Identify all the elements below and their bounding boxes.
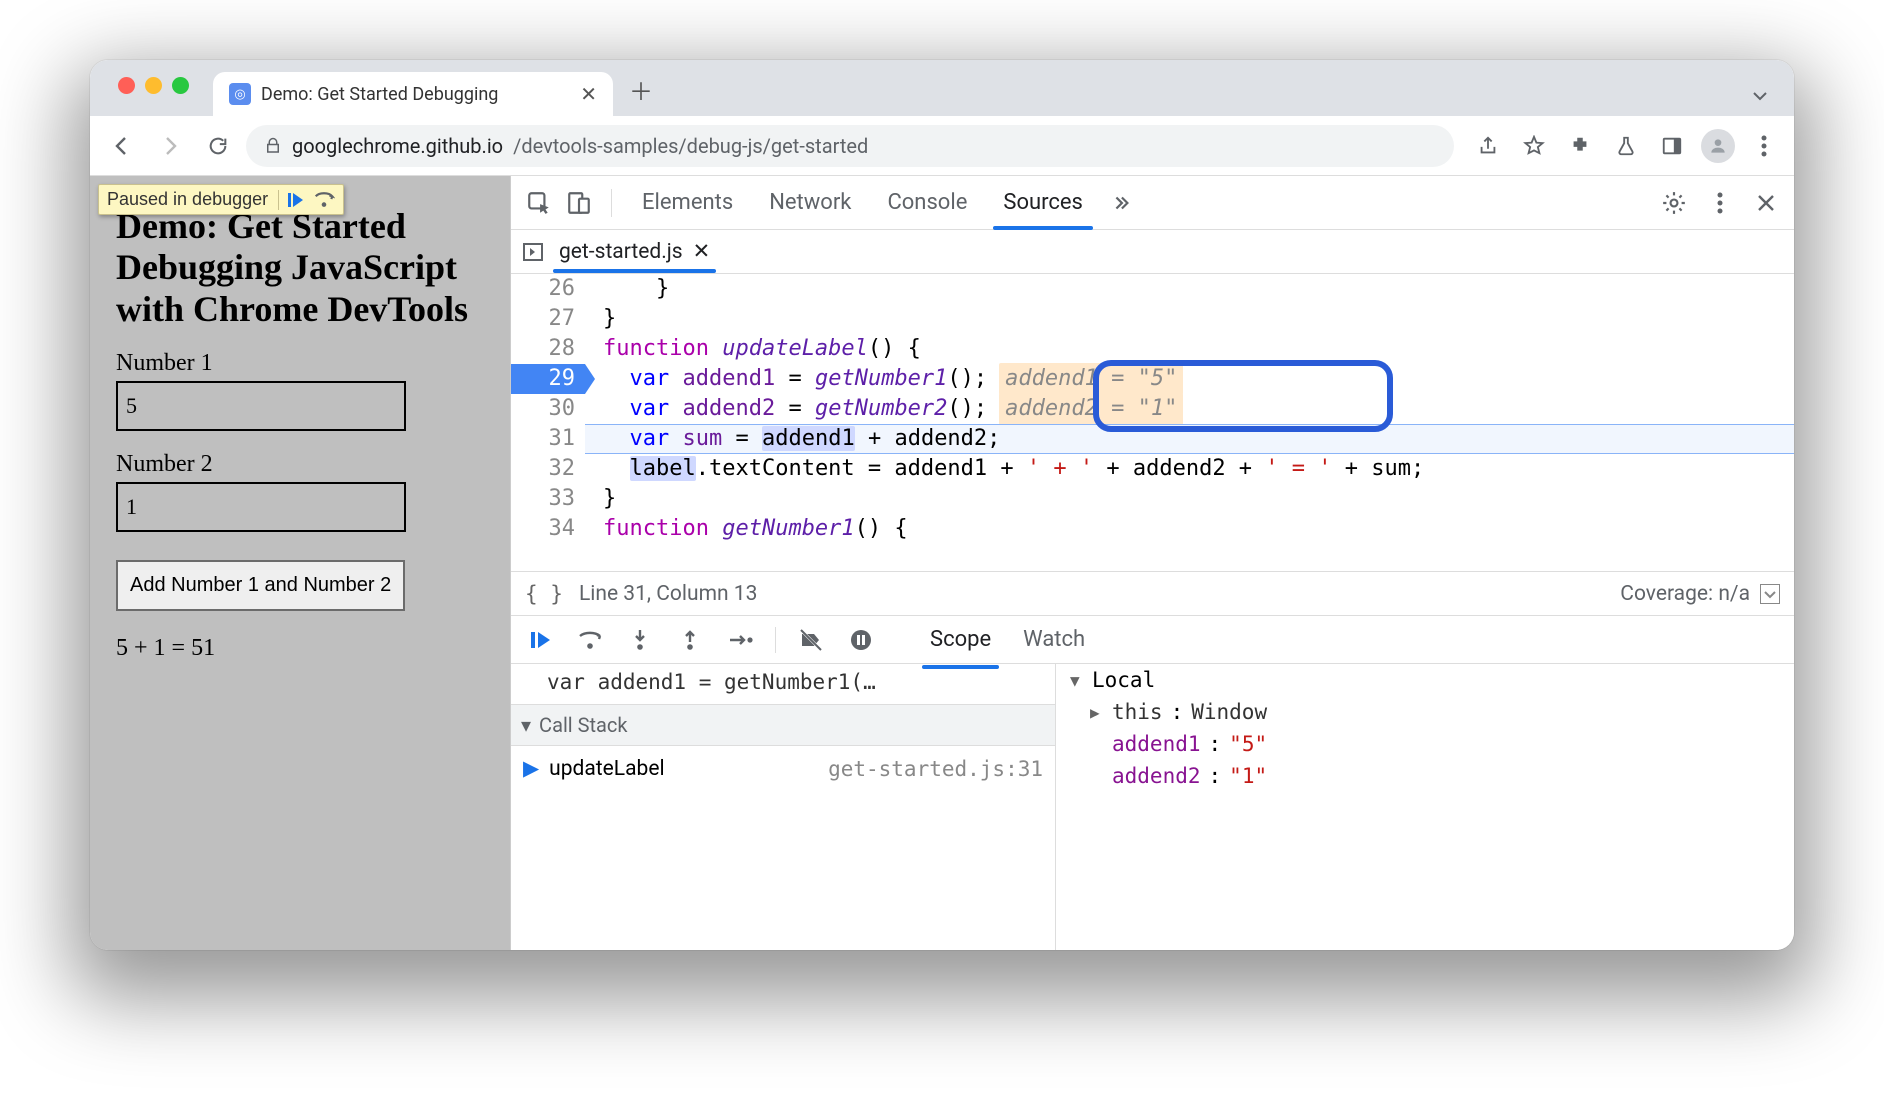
number1-label: Number 1 <box>116 350 484 377</box>
step-into-button[interactable] <box>625 625 655 655</box>
code-editor[interactable]: 26 } 27} 28function updateLabel() { 29 v… <box>511 274 1794 572</box>
close-file-icon[interactable]: ✕ <box>693 239 711 264</box>
breakpoint-gutter[interactable]: 29 <box>511 364 585 394</box>
tab-overflow-icon[interactable] <box>1750 86 1770 106</box>
page-content: Paused in debugger Demo: Get Started Deb… <box>90 176 510 950</box>
scope-local[interactable]: ▼Local <box>1056 664 1794 696</box>
window-controls <box>118 77 189 94</box>
device-icon[interactable] <box>561 185 597 221</box>
number1-input[interactable] <box>116 381 406 431</box>
gutter: 26 <box>511 274 585 304</box>
avatar-icon[interactable] <box>1700 128 1736 164</box>
reload-button[interactable] <box>198 126 238 166</box>
coverage-label: Coverage: n/a <box>1620 582 1750 606</box>
url-domain: googlechrome.github.io <box>292 134 503 158</box>
inline-value: addend2 = "1" <box>999 393 1183 425</box>
paused-overlay: Paused in debugger <box>98 184 344 215</box>
devtools-tabs: Elements Network Console Sources <box>511 176 1794 230</box>
tab-favicon-icon: ◎ <box>229 83 251 105</box>
add-button[interactable]: Add Number 1 and Number 2 <box>116 560 405 611</box>
step-over-button[interactable] <box>575 625 605 655</box>
breakpoint-snippet: var addend1 = getNumber1(… <box>511 664 1055 705</box>
scope-var-addend1[interactable]: addend1: "5" <box>1056 728 1794 760</box>
tab-network[interactable]: Network <box>753 176 867 229</box>
cursor-position: Line 31, Column 13 <box>579 582 757 606</box>
page-heading: Demo: Get Started Debugging JavaScript w… <box>116 206 484 330</box>
back-button[interactable] <box>102 126 142 166</box>
debugger-toolbar: Scope Watch <box>511 616 1794 664</box>
current-frame-icon: ▶ <box>523 756 539 781</box>
resume-overlay-button[interactable] <box>285 190 305 210</box>
close-tab-icon[interactable]: ✕ <box>580 82 597 106</box>
new-tab-button[interactable]: ＋ <box>629 72 653 107</box>
number2-label: Number 2 <box>116 451 484 478</box>
scope-panel: ▼Local ▶this: Window addend1: "5" addend… <box>1056 664 1794 950</box>
devtools-panel: Elements Network Console Sources get-sta… <box>510 176 1794 950</box>
step-button[interactable] <box>725 625 755 655</box>
close-window-icon[interactable] <box>118 77 135 94</box>
chevron-down-icon: ▾ <box>521 713 531 737</box>
pretty-print-icon[interactable]: { } <box>525 582 563 606</box>
share-icon[interactable] <box>1470 128 1506 164</box>
sidepanel-icon[interactable] <box>1654 128 1690 164</box>
watch-tab[interactable]: Watch <box>1019 619 1089 660</box>
inline-value: addend1 = "5" <box>999 363 1183 395</box>
close-devtools-icon[interactable] <box>1748 185 1784 221</box>
maximize-window-icon[interactable] <box>172 77 189 94</box>
url-path: /devtools-samples/debug-js/get-started <box>513 134 868 158</box>
step-out-button[interactable] <box>675 625 705 655</box>
labs-icon[interactable] <box>1608 128 1644 164</box>
callstack-header[interactable]: ▾ Call Stack <box>511 705 1055 746</box>
tab-elements[interactable]: Elements <box>626 176 749 229</box>
pause-exceptions-button[interactable] <box>846 625 876 655</box>
file-name: get-started.js <box>559 240 683 264</box>
deactivate-breakpoints-button[interactable] <box>796 625 826 655</box>
paused-label: Paused in debugger <box>107 189 268 210</box>
result-text: 5 + 1 = 51 <box>116 635 484 662</box>
minimize-window-icon[interactable] <box>145 77 162 94</box>
extensions-icon[interactable] <box>1562 128 1598 164</box>
callstack-frame[interactable]: ▶ updateLabel get-started.js:31 <box>511 746 1055 791</box>
step-overlay-button[interactable] <box>313 190 335 210</box>
number2-input[interactable] <box>116 482 406 532</box>
more-tabs-icon[interactable] <box>1103 185 1139 221</box>
url-field[interactable]: googlechrome.github.io/devtools-samples/… <box>246 125 1454 167</box>
scope-tab[interactable]: Scope <box>926 619 995 660</box>
scope-this[interactable]: ▶this: Window <box>1056 696 1794 728</box>
devtools-kebab-icon[interactable] <box>1702 185 1738 221</box>
browser-tab[interactable]: ◎ Demo: Get Started Debugging ✕ <box>213 72 613 116</box>
address-bar: googlechrome.github.io/devtools-samples/… <box>90 116 1794 176</box>
editor-status-bar: { } Line 31, Column 13 Coverage: n/a <box>511 572 1794 616</box>
coverage-toggle-icon[interactable] <box>1760 584 1780 604</box>
lock-icon <box>264 137 282 155</box>
tab-title: Demo: Get Started Debugging <box>261 84 498 105</box>
tab-sources[interactable]: Sources <box>987 176 1099 229</box>
scope-var-addend2[interactable]: addend2: "1" <box>1056 760 1794 792</box>
file-tab-bar: get-started.js ✕ <box>511 230 1794 274</box>
kebab-menu-icon[interactable] <box>1746 128 1782 164</box>
browser-tab-strip: ◎ Demo: Get Started Debugging ✕ ＋ <box>90 60 1794 116</box>
tab-console[interactable]: Console <box>871 176 983 229</box>
forward-button[interactable] <box>150 126 190 166</box>
navigator-toggle-icon[interactable] <box>521 240 545 264</box>
file-tab[interactable]: get-started.js ✕ <box>553 231 716 272</box>
resume-button[interactable] <box>525 625 555 655</box>
bookmark-icon[interactable] <box>1516 128 1552 164</box>
settings-icon[interactable] <box>1656 185 1692 221</box>
inspect-icon[interactable] <box>521 185 557 221</box>
